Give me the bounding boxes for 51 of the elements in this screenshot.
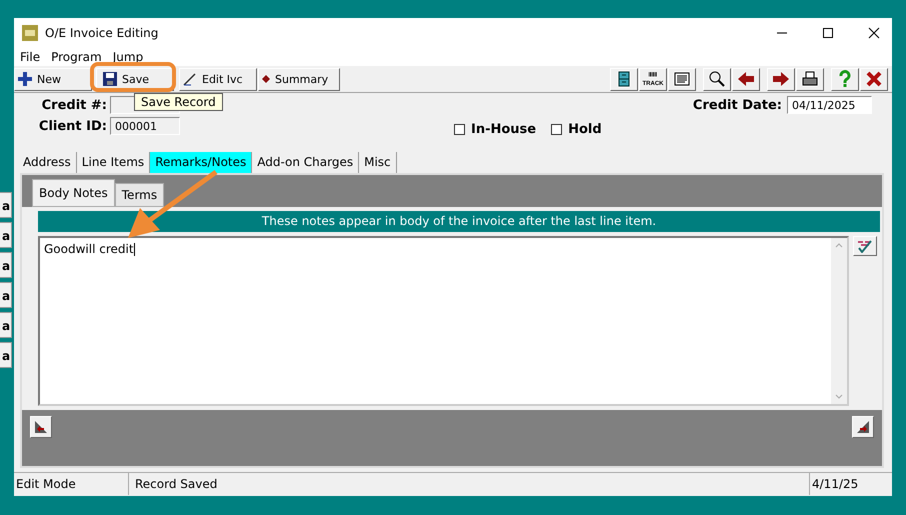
summary-button[interactable]: Summary <box>258 68 340 90</box>
status-text: 4/11/25 <box>811 476 860 493</box>
app-icon <box>22 25 38 41</box>
checkbox[interactable] <box>454 124 465 135</box>
scroll-bar[interactable] <box>831 238 847 404</box>
close-icon <box>865 70 883 88</box>
left-arrow-button[interactable] <box>732 68 760 90</box>
credit-date-field[interactable]: 04/11/2025 <box>787 96 872 114</box>
field-label: Credit #: <box>40 98 107 112</box>
search-button[interactable] <box>703 68 731 90</box>
notes-text-area[interactable]: Goodwill credit <box>38 236 849 406</box>
field-label: Client ID: <box>38 118 107 134</box>
next-button[interactable] <box>852 416 874 438</box>
tab[interactable]: Body Notes <box>32 179 115 207</box>
right-arrow-button[interactable] <box>767 68 795 90</box>
previous-button[interactable] <box>30 416 52 438</box>
checkbox-label: Hold <box>568 122 602 137</box>
menu-item[interactable]: File <box>20 50 40 64</box>
checkbox-label: In-House <box>471 122 536 137</box>
edit-button[interactable]: Edit Ivc <box>179 68 257 90</box>
printer-button[interactable] <box>796 68 824 90</box>
status-text: Record Saved <box>129 473 810 495</box>
search-icon <box>708 70 726 88</box>
right-arrow-icon <box>772 70 790 88</box>
printer-icon <box>801 70 819 88</box>
checkbox[interactable] <box>551 124 562 135</box>
client-id-field[interactable]: 000001 <box>110 117 180 135</box>
close-button[interactable] <box>868 27 880 39</box>
help-button[interactable] <box>831 68 859 90</box>
field-label: Credit Date: <box>692 98 782 112</box>
left-arrow-icon <box>34 420 48 434</box>
plus-icon <box>18 72 32 86</box>
tab[interactable]: Terms <box>114 183 164 207</box>
right-arrow-icon <box>856 420 870 434</box>
document-button[interactable] <box>668 68 696 90</box>
left-arrow-icon <box>737 70 755 88</box>
diamond-icon <box>262 75 270 83</box>
document-icon <box>673 70 691 88</box>
cabinet-button[interactable] <box>610 68 638 90</box>
pencil-icon <box>183 72 197 86</box>
notes-text: Goodwill credit <box>44 242 134 256</box>
tab[interactable]: Remarks/Notes <box>150 152 252 173</box>
window-title: O/E Invoice Editing <box>45 26 158 40</box>
status-text: Edit Mode <box>14 473 129 495</box>
spellcheck-button[interactable] <box>853 236 877 256</box>
maximize-button[interactable] <box>822 27 834 39</box>
banner-text: These notes appear in body of the invoice after the last line item. <box>38 211 880 232</box>
new-button[interactable]: New <box>14 68 92 90</box>
menu-item[interactable]: Program <box>51 50 102 64</box>
tooltip: Save Record <box>134 93 223 111</box>
spellcheck-icon <box>856 239 874 253</box>
